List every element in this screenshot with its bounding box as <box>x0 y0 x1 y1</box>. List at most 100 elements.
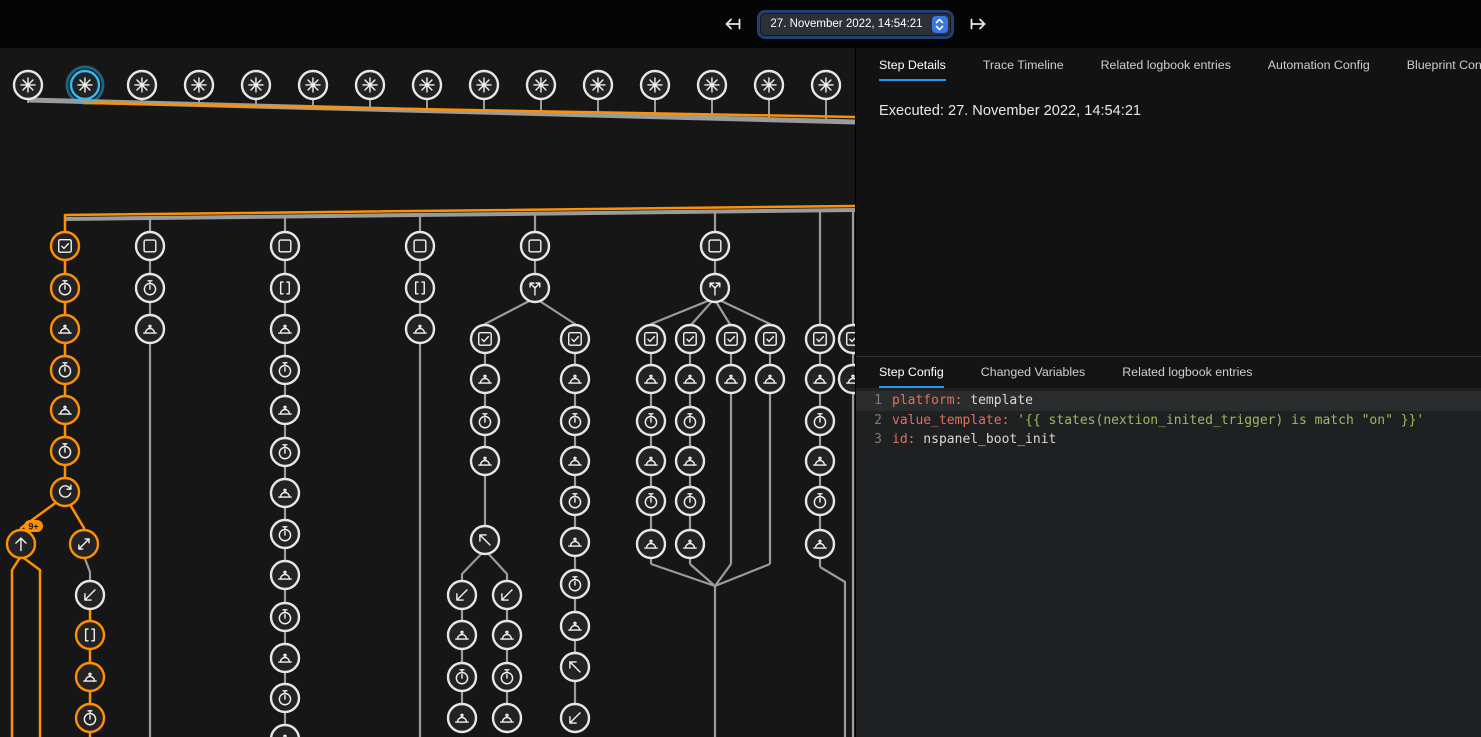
trace-node-checkbox-off[interactable] <box>521 232 549 260</box>
tab-related-logbook-entries[interactable]: Related logbook entries <box>1101 58 1231 81</box>
trace-node-service[interactable] <box>839 365 855 393</box>
trace-node-repeat[interactable] <box>51 478 79 506</box>
trace-node-service[interactable] <box>676 447 704 475</box>
trace-node-service[interactable] <box>493 704 521 732</box>
trace-node-timer[interactable] <box>561 570 589 598</box>
trace-node-asterisk[interactable] <box>128 71 156 99</box>
trace-node-arrow-dl[interactable] <box>493 581 521 609</box>
trace-node-brackets[interactable] <box>406 274 434 302</box>
trace-node-service[interactable] <box>561 528 589 556</box>
trace-node-checkbox-on[interactable] <box>717 325 745 353</box>
trace-node-timer[interactable] <box>136 274 164 302</box>
trace-node-service[interactable] <box>676 530 704 558</box>
trace-node-timer[interactable] <box>637 487 665 515</box>
tab-changed-variables[interactable]: Changed Variables <box>981 365 1085 388</box>
trace-node-brackets[interactable] <box>76 621 104 649</box>
trace-node-timer[interactable] <box>271 356 299 384</box>
trace-node-service[interactable] <box>271 479 299 507</box>
trace-node-arrow-dl[interactable] <box>448 581 476 609</box>
trace-node-service[interactable] <box>637 447 665 475</box>
yaml-editor[interactable]: 1platform: template2value_template: '{{ … <box>856 388 1481 737</box>
trace-node-checkbox-on[interactable] <box>637 325 665 353</box>
trace-node-checkbox-off[interactable] <box>406 232 434 260</box>
tab-automation-config[interactable]: Automation Config <box>1268 58 1370 81</box>
trace-node-choose[interactable] <box>701 274 729 302</box>
trace-node-service[interactable] <box>471 447 499 475</box>
trace-node-checkbox-on[interactable] <box>756 325 784 353</box>
trace-node-asterisk[interactable] <box>641 71 669 99</box>
trace-node-asterisk[interactable] <box>14 71 42 99</box>
trace-node-choose[interactable] <box>521 274 549 302</box>
trace-node-timer[interactable] <box>637 407 665 435</box>
trace-node-service[interactable] <box>806 365 834 393</box>
trace-node-service[interactable] <box>806 530 834 558</box>
tab-blueprint-config[interactable]: Blueprint Config <box>1407 58 1481 81</box>
tab-trace-timeline[interactable]: Trace Timeline <box>983 58 1064 81</box>
trace-node-checkbox-off[interactable] <box>701 232 729 260</box>
trace-node-timer[interactable] <box>448 663 476 691</box>
trace-node-service[interactable] <box>136 315 164 343</box>
trace-node-asterisk[interactable] <box>755 71 783 99</box>
trace-node-service[interactable] <box>406 315 434 343</box>
trace-node-service[interactable] <box>676 365 704 393</box>
trace-node-arrow-up[interactable]: 9+ <box>7 520 43 558</box>
trace-node-timer[interactable] <box>51 274 79 302</box>
trace-node-timer[interactable] <box>271 603 299 631</box>
trace-node-timer[interactable] <box>471 407 499 435</box>
trace-node-asterisk[interactable] <box>356 71 384 99</box>
trace-node-timer[interactable] <box>676 487 704 515</box>
trace-node-service[interactable] <box>271 644 299 672</box>
trace-node-service[interactable] <box>806 447 834 475</box>
trace-node-asterisk[interactable] <box>413 71 441 99</box>
trace-node-service[interactable] <box>756 365 784 393</box>
trace-node-timer[interactable] <box>51 437 79 465</box>
previous-run-button[interactable] <box>720 11 746 37</box>
trace-node-service[interactable] <box>271 396 299 424</box>
trace-node-service[interactable] <box>448 704 476 732</box>
run-select[interactable]: 27. November 2022, 14:54:21 <box>760 13 950 36</box>
trace-node-checkbox-on[interactable] <box>471 325 499 353</box>
trace-node-arrow-ul[interactable] <box>471 526 499 554</box>
trace-node-asterisk[interactable] <box>527 71 555 99</box>
trace-node-brackets[interactable] <box>271 274 299 302</box>
trace-node-parallel[interactable] <box>70 530 98 558</box>
trace-node-service[interactable] <box>271 725 299 737</box>
trace-node-asterisk[interactable] <box>185 71 213 99</box>
trace-node-asterisk[interactable] <box>698 71 726 99</box>
tab-related-logbook-entries[interactable]: Related logbook entries <box>1122 365 1252 388</box>
trace-node-arrow-dl[interactable] <box>76 581 104 609</box>
trace-node-service[interactable] <box>271 315 299 343</box>
trace-node-service[interactable] <box>637 530 665 558</box>
trace-node-checkbox-off[interactable] <box>271 232 299 260</box>
trace-node-arrow-dl[interactable] <box>561 704 589 732</box>
trace-node-asterisk[interactable] <box>584 71 612 99</box>
trace-node-service[interactable] <box>561 447 589 475</box>
trace-node-arrow-ul[interactable] <box>561 653 589 681</box>
trace-node-timer[interactable] <box>806 487 834 515</box>
trace-node-timer[interactable] <box>271 684 299 712</box>
trace-node-service[interactable] <box>271 561 299 589</box>
trace-node-asterisk[interactable] <box>67 67 103 103</box>
trace-node-checkbox-on[interactable] <box>839 325 855 353</box>
trace-node-checkbox-on[interactable] <box>806 325 834 353</box>
trace-node-asterisk[interactable] <box>470 71 498 99</box>
trace-node-service[interactable] <box>51 315 79 343</box>
trace-node-checkbox-on[interactable] <box>676 325 704 353</box>
trace-node-service[interactable] <box>493 621 521 649</box>
trace-node-timer[interactable] <box>561 487 589 515</box>
trace-node-timer[interactable] <box>51 356 79 384</box>
trace-node-asterisk[interactable] <box>812 71 840 99</box>
trace-node-service[interactable] <box>51 396 79 424</box>
trace-node-service[interactable] <box>76 663 104 691</box>
tab-step-details[interactable]: Step Details <box>879 58 946 81</box>
trace-node-asterisk[interactable] <box>242 71 270 99</box>
trace-node-timer[interactable] <box>676 407 704 435</box>
trace-node-checkbox-off[interactable] <box>136 232 164 260</box>
trace-node-timer[interactable] <box>76 704 104 732</box>
trace-node-service[interactable] <box>471 365 499 393</box>
trace-node-service[interactable] <box>561 612 589 640</box>
tab-step-config[interactable]: Step Config <box>879 365 944 388</box>
trace-node-timer[interactable] <box>493 663 521 691</box>
trace-node-service[interactable] <box>637 365 665 393</box>
trace-node-service[interactable] <box>717 365 745 393</box>
